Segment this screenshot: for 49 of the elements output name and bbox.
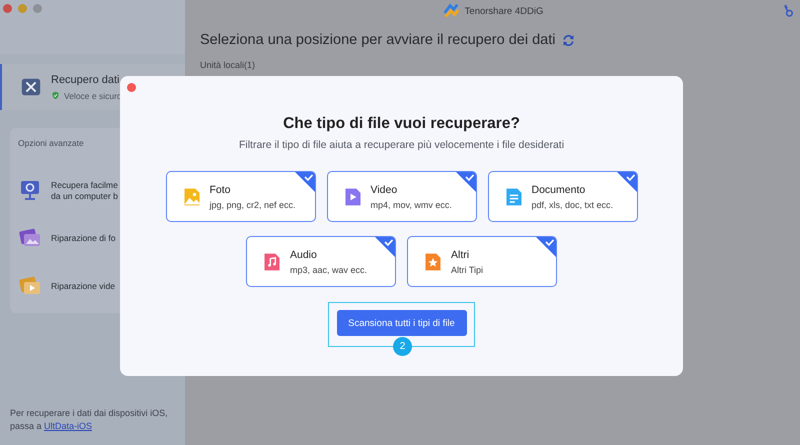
option-label: da un computer b [51,190,118,200]
ios-note: Per recuperare i dati dai dispositivi iOS, passa a UltData-iOS [9,407,169,433]
window-title: Tenorshare 4DDiG [464,6,544,16]
document-icon [504,186,524,208]
check-corner-icon [375,237,395,257]
item-title: Recupero dati [51,74,120,86]
zoom-button[interactable] [33,4,42,13]
scan-button[interactable]: Scansiona tutti i tipi di file [336,310,466,336]
option-label: Riparazione vide [51,281,116,291]
refresh-icon[interactable] [562,34,576,46]
music-file-icon [262,250,282,272]
type-extensions: mp3, aac, wav ecc. [290,264,368,274]
type-extensions: jpg, png, cr2, nef ecc. [210,200,296,210]
option-label: Riparazione di fo [51,233,116,243]
key-icon[interactable] [783,4,794,17]
image-file-icon [182,186,202,208]
file-type-card[interactable]: Altri Altri Tipi [407,236,557,287]
type-name: Video [370,184,398,196]
file-type-card[interactable]: Foto jpg, png, cr2, nef ecc. [166,171,316,222]
ultdata-link[interactable]: UltData-iOS [44,421,92,431]
dialog-title: Che tipo di file vuoi recuperare? [283,115,520,133]
page-heading: Seleziona una posizione per avviare il recupero dei dati [200,32,556,48]
option-label: Recupera facilme [51,180,118,190]
minimize-button[interactable] [18,4,27,13]
check-corner-icon [616,172,636,192]
type-name: Altri [451,248,470,260]
check-corner-icon [536,237,556,257]
step-badge: 2 [393,337,412,356]
section-label: Unità locali(1) [199,59,256,70]
type-extensions: Altri Tipi [451,264,484,274]
shield-icon [51,91,60,100]
type-name: Documento [532,184,586,196]
type-name: Foto [210,184,232,196]
dialog-subtitle: Filtrare il tipo di file aiuta a recuperare più velocemente i file desiderati [238,139,564,151]
file-type-card[interactable]: Audio mp3, aac, wav ecc. [246,236,396,287]
star-file-icon [423,250,443,272]
panel-heading: Opzioni avanzate [18,138,85,148]
check-corner-icon [456,172,476,192]
close-button[interactable] [3,4,12,13]
video-file-icon [342,186,362,208]
logo-icon [442,2,460,20]
close-button[interactable] [127,83,136,92]
monitor-icon [18,178,42,202]
type-extensions: mp4, mov, wmv ecc. [370,200,452,210]
check-corner-icon [294,172,314,192]
file-type-card[interactable]: Documento pdf, xls, doc, txt ecc. [488,171,638,222]
type-name: Audio [290,248,318,260]
type-extensions: pdf, xls, doc, txt ecc. [532,200,614,210]
file-type-card[interactable]: Video mp4, mov, wmv ecc. [326,171,476,222]
